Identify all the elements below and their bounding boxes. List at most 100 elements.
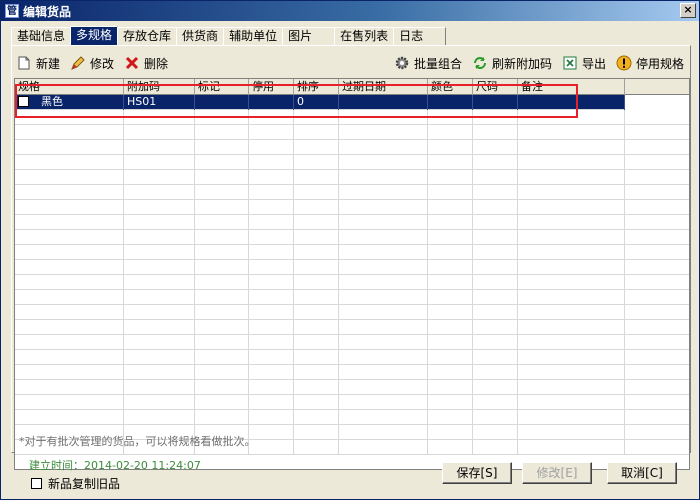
empty-grid-row [15,335,689,350]
col-extra-code[interactable]: 附加码 [124,79,195,95]
cell-spec[interactable]: 黑色 [15,95,124,110]
col-color[interactable]: 颜色 [428,79,473,95]
tab-images[interactable]: 图片 [282,27,336,45]
empty-grid-cell [124,140,195,155]
close-button[interactable]: × [680,3,696,18]
cell-expire-date[interactable] [339,95,428,110]
empty-grid-cell [294,275,339,290]
tab-on-sale[interactable]: 在售列表 [334,27,395,45]
empty-grid-cell [428,365,473,380]
save-button[interactable]: 保存[S] [442,462,512,484]
empty-grid-cell [195,170,249,185]
warning-icon [616,55,632,71]
tab-log[interactable]: 日志 [393,27,447,45]
table-row[interactable]: 黑色 HS01 0 [15,95,689,110]
empty-grid-cell [195,380,249,395]
empty-grid-cell [625,245,689,260]
cell-mark[interactable] [195,95,249,110]
tab-warehouse[interactable]: 存放仓库 [117,27,178,45]
col-sort[interactable]: 排序 [294,79,339,95]
empty-grid-cell [518,350,625,365]
cell-color[interactable] [428,95,473,110]
empty-grid-cell [195,200,249,215]
empty-grid-cell [124,215,195,230]
empty-grid-row [15,260,689,275]
empty-grid-row [15,395,689,410]
cell-disabled[interactable] [249,95,294,110]
empty-grid-cell [294,410,339,425]
empty-grid-cell [15,305,124,320]
empty-grid-cell [249,395,294,410]
empty-grid-cell [518,125,625,140]
empty-grid-row [15,215,689,230]
cell-extra-code[interactable]: HS01 [124,95,195,110]
delete-button[interactable]: 删除 [120,52,172,74]
empty-grid-cell [625,230,689,245]
empty-grid-cell [339,230,428,245]
empty-grid-cell [249,275,294,290]
cell-sort[interactable]: 0 [294,95,339,110]
empty-grid-cell [124,110,195,125]
empty-grid-row [15,275,689,290]
cancel-button[interactable]: 取消[C] [607,462,677,484]
batch-note: *对于有批次管理的货品，可以将规格看做批次。 [19,435,256,448]
col-expire-date[interactable]: 过期日期 [339,79,428,95]
empty-grid-cell [473,260,518,275]
col-mark[interactable]: 标记 [195,79,249,95]
col-remark[interactable]: 备注 [518,79,625,95]
edit-bottom-button[interactable]: 修改[E] [522,462,592,484]
row-checkbox[interactable] [18,95,29,107]
empty-grid-cell [249,410,294,425]
empty-grid-cell [625,425,689,440]
tab-supplier[interactable]: 供货商 [176,27,225,45]
empty-grid-cell [625,125,689,140]
empty-grid-cell [339,110,428,125]
tab-aux-unit[interactable]: 辅助单位 [223,27,284,45]
copy-old-checkbox[interactable] [31,478,42,489]
disable-spec-button[interactable]: 停用规格 [612,52,688,74]
empty-grid-row [15,230,689,245]
empty-grid-cell [339,275,428,290]
edit-goods-window: 管 编辑货品 × 基础信息 多规格 存放仓库 供货商 辅助单位 图片 在售列表 … [0,0,700,500]
empty-grid-cell [339,260,428,275]
empty-grid-cell [625,335,689,350]
spec-grid[interactable]: 规格 附加码 标记 停用 排序 过期日期 颜色 尺码 备注 黑色 HS01 0 [14,78,690,470]
empty-grid-cell [124,155,195,170]
tab-basic-info[interactable]: 基础信息 [11,27,72,45]
empty-grid-cell [473,335,518,350]
new-button[interactable]: 新建 [12,52,64,74]
empty-grid-cell [195,350,249,365]
empty-grid-cell [15,350,124,365]
refresh-code-button[interactable]: 刷新附加码 [468,52,556,74]
empty-grid-cell [428,335,473,350]
empty-grid-cell [124,185,195,200]
empty-grid-cell [428,155,473,170]
excel-icon [562,55,578,71]
edit-button[interactable]: 修改 [66,52,118,74]
empty-grid-cell [15,170,124,185]
batch-combine-button[interactable]: 批量组合 [390,52,466,74]
empty-grid-cell [428,200,473,215]
cell-size[interactable] [473,95,518,110]
empty-grid-cell [15,410,124,425]
empty-grid-cell [249,125,294,140]
cell-remark[interactable] [518,95,625,110]
tab-multi-spec[interactable]: 多规格 [70,26,119,45]
col-size[interactable]: 尺码 [473,79,518,95]
empty-grid-cell [625,395,689,410]
copy-old-option[interactable]: 新品复制旧品 [31,475,120,492]
window-title: 编辑货品 [23,4,72,19]
empty-grid-cell [124,320,195,335]
empty-grid-cell [625,440,689,455]
empty-grid-cell [339,215,428,230]
export-button[interactable]: 导出 [558,52,610,74]
empty-grid-cell [294,425,339,440]
tab-strip: 基础信息 多规格 存放仓库 供货商 辅助单位 图片 在售列表 日志 [11,26,447,45]
empty-grid-cell [294,245,339,260]
empty-grid-cell [518,185,625,200]
empty-grid-cell [195,290,249,305]
col-spec[interactable]: 规格 [15,79,124,95]
col-disabled[interactable]: 停用 [249,79,294,95]
empty-grid-cell [473,155,518,170]
empty-grid-cell [294,200,339,215]
